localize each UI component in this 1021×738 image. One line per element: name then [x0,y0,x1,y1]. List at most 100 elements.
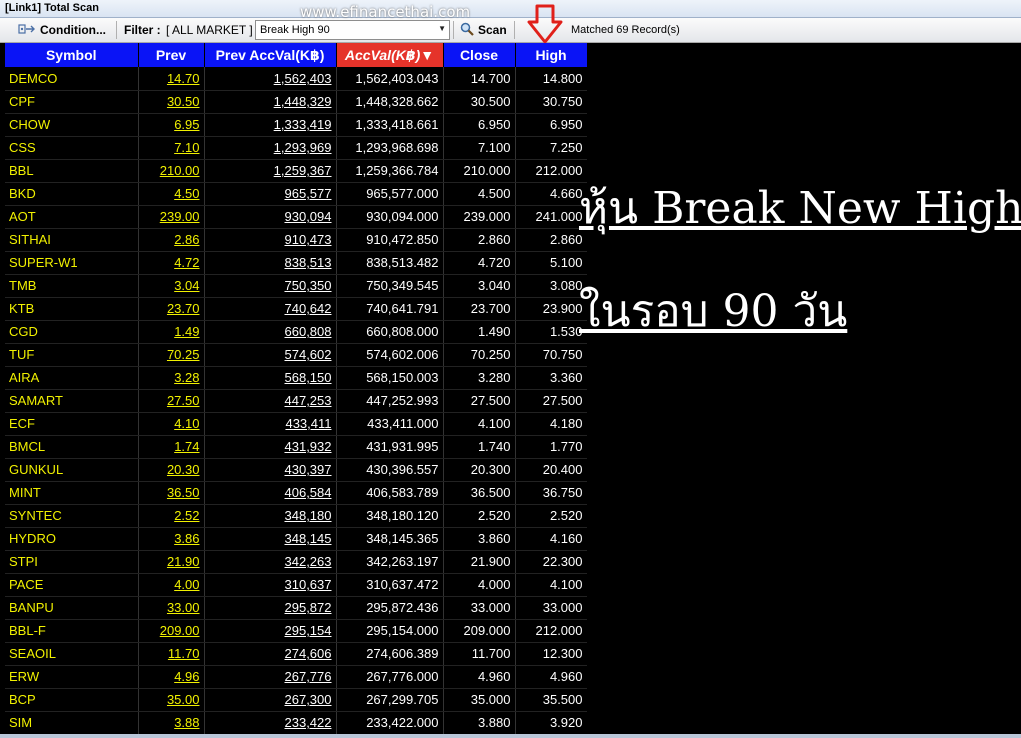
cell-prev[interactable]: 4.00 [138,573,205,597]
table-row[interactable]: BKD 4.50 965,577 965,577.000 4.500 4.660 [5,182,588,206]
table-row[interactable]: STPI 21.90 342,263 342,263.197 21.900 22.300 [5,550,588,574]
table-row[interactable]: DEMCO 14.70 1,562,403 1,562,403.043 14.700 14… [5,67,588,91]
cell-prev[interactable]: 4.50 [138,182,205,206]
cell-prev-accval[interactable]: 1,259,367 [204,159,337,183]
column-header-prev[interactable]: Prev [138,43,205,67]
cell-prev-accval[interactable]: 433,411 [204,412,337,436]
cell-prev-accval[interactable]: 431,932 [204,435,337,459]
cell-prev-accval[interactable]: 274,606 [204,642,337,666]
cell-prev-accval[interactable]: 1,333,419 [204,113,337,137]
cell-prev-accval[interactable]: 295,872 [204,596,337,620]
cell-prev[interactable]: 11.70 [138,642,205,666]
cell-prev-accval[interactable]: 267,776 [204,665,337,689]
cell-prev[interactable]: 4.72 [138,251,205,275]
cell-prev[interactable]: 36.50 [138,481,205,505]
cell-prev[interactable]: 4.96 [138,665,205,689]
table-row[interactable]: KTB 23.70 740,642 740,641.791 23.700 23.900 [5,297,588,321]
cell-prev-accval[interactable]: 1,562,403 [204,67,337,91]
cell-prev[interactable]: 3.86 [138,527,205,551]
table-row[interactable]: SUPER-W1 4.72 838,513 838,513.482 4.720 5.100 [5,251,588,275]
cell-prev-accval[interactable]: 910,473 [204,228,337,252]
cell-prev[interactable]: 1.49 [138,320,205,344]
cell-prev[interactable]: 4.10 [138,412,205,436]
table-row[interactable]: PACE 4.00 310,637 310,637.472 4.000 4.100 [5,573,588,597]
cell-prev[interactable]: 27.50 [138,389,205,413]
cell-prev-accval[interactable]: 574,602 [204,343,337,367]
cell-prev-accval[interactable]: 342,263 [204,550,337,574]
table-row[interactable]: SAMART 27.50 447,253 447,252.993 27.500 27.50… [5,389,588,413]
cell-prev[interactable]: 30.50 [138,90,205,114]
cell-prev[interactable]: 33.00 [138,596,205,620]
cell-prev-accval[interactable]: 430,397 [204,458,337,482]
cell-prev-accval[interactable]: 1,293,969 [204,136,337,160]
cell-prev-accval[interactable]: 310,637 [204,573,337,597]
market-filter[interactable]: [ ALL MARKET ] [166,20,253,40]
dropdown-arrow-icon[interactable]: ▼ [438,24,446,33]
cell-prev-accval[interactable]: 740,642 [204,297,337,321]
cell-prev-accval[interactable]: 930,094 [204,205,337,229]
table-row[interactable]: TMB 3.04 750,350 750,349.545 3.040 3.080 [5,274,588,298]
cell-prev-accval[interactable]: 838,513 [204,251,337,275]
cell-close: 2.520 [443,504,516,528]
cell-prev-accval[interactable]: 233,422 [204,711,337,735]
table-row[interactable]: CSS 7.10 1,293,969 1,293,968.698 7.100 7.250 [5,136,588,160]
cell-prev[interactable]: 70.25 [138,343,205,367]
table-row[interactable]: CGD 1.49 660,808 660,808.000 1.490 1.530 [5,320,588,344]
table-row[interactable]: GUNKUL 20.30 430,397 430,396.557 20.300 20.40… [5,458,588,482]
cell-prev[interactable]: 7.10 [138,136,205,160]
table-row[interactable]: SITHAI 2.86 910,473 910,472.850 2.860 2.860 [5,228,588,252]
cell-prev[interactable]: 3.88 [138,711,205,735]
cell-prev[interactable]: 209.00 [138,619,205,643]
cell-prev[interactable]: 21.90 [138,550,205,574]
table-row[interactable]: BBL-F 209.00 295,154 295,154.000 209.000 212.… [5,619,588,643]
scan-type-select[interactable]: Break High 90 ▼ [255,20,450,40]
cell-prev-accval[interactable]: 406,584 [204,481,337,505]
table-row[interactable]: BBL 210.00 1,259,367 1,259,366.784 210.000 21… [5,159,588,183]
condition-button[interactable]: Condition... [14,20,110,40]
cell-prev[interactable]: 210.00 [138,159,205,183]
table-row[interactable]: BCP 35.00 267,300 267,299.705 35.000 35.500 [5,688,588,712]
cell-prev-accval[interactable]: 348,145 [204,527,337,551]
cell-prev-accval[interactable]: 295,154 [204,619,337,643]
table-row[interactable]: AIRA 3.28 568,150 568,150.003 3.280 3.360 [5,366,588,390]
scan-button[interactable]: Scan [456,20,511,40]
table-row[interactable]: BMCL 1.74 431,932 431,931.995 1.740 1.770 [5,435,588,459]
table-row[interactable]: SIM 3.88 233,422 233,422.000 3.880 3.920 [5,711,588,735]
table-row[interactable]: TUF 70.25 574,602 574,602.006 70.250 70.750 [5,343,588,367]
cell-prev-accval[interactable]: 660,808 [204,320,337,344]
table-row[interactable]: BANPU 33.00 295,872 295,872.436 33.000 33.000 [5,596,588,620]
table-row[interactable]: CPF 30.50 1,448,329 1,448,328.662 30.500 30.7… [5,90,588,114]
table-row[interactable]: HYDRO 3.86 348,145 348,145.365 3.860 4.160 [5,527,588,551]
table-row[interactable]: ERW 4.96 267,776 267,776.000 4.960 4.960 [5,665,588,689]
cell-prev[interactable]: 2.52 [138,504,205,528]
cell-accval: 447,252.993 [336,389,444,413]
table-row[interactable]: MINT 36.50 406,584 406,583.789 36.500 36.750 [5,481,588,505]
cell-prev-accval[interactable]: 568,150 [204,366,337,390]
cell-prev[interactable]: 3.28 [138,366,205,390]
table-row[interactable]: AOT 239.00 930,094 930,094.000 239.000 241.00… [5,205,588,229]
cell-prev[interactable]: 2.86 [138,228,205,252]
column-header-close[interactable]: Close [443,43,516,67]
cell-prev-accval[interactable]: 965,577 [204,182,337,206]
cell-prev-accval[interactable]: 1,448,329 [204,90,337,114]
cell-prev[interactable]: 3.04 [138,274,205,298]
column-header-symbol[interactable]: Symbol [5,43,139,67]
column-header-prev-accval[interactable]: Prev AccVal(K฿) [204,43,337,67]
table-row[interactable]: CHOW 6.95 1,333,419 1,333,418.661 6.950 6.950 [5,113,588,137]
cell-prev-accval[interactable]: 348,180 [204,504,337,528]
cell-prev[interactable]: 239.00 [138,205,205,229]
cell-prev[interactable]: 6.95 [138,113,205,137]
cell-prev[interactable]: 20.30 [138,458,205,482]
cell-prev-accval[interactable]: 267,300 [204,688,337,712]
table-row[interactable]: SYNTEC 2.52 348,180 348,180.120 2.520 2.520 [5,504,588,528]
cell-prev-accval[interactable]: 447,253 [204,389,337,413]
table-row[interactable]: SEAOIL 11.70 274,606 274,606.389 11.700 12.30… [5,642,588,666]
cell-prev-accval[interactable]: 750,350 [204,274,337,298]
table-row[interactable]: ECF 4.10 433,411 433,411.000 4.100 4.180 [5,412,588,436]
column-header-accval[interactable]: AccVal(K฿)▼ [336,43,444,67]
cell-prev[interactable]: 23.70 [138,297,205,321]
column-header-high[interactable]: High [515,43,588,67]
cell-prev[interactable]: 14.70 [138,67,205,91]
cell-prev[interactable]: 1.74 [138,435,205,459]
cell-prev[interactable]: 35.00 [138,688,205,712]
